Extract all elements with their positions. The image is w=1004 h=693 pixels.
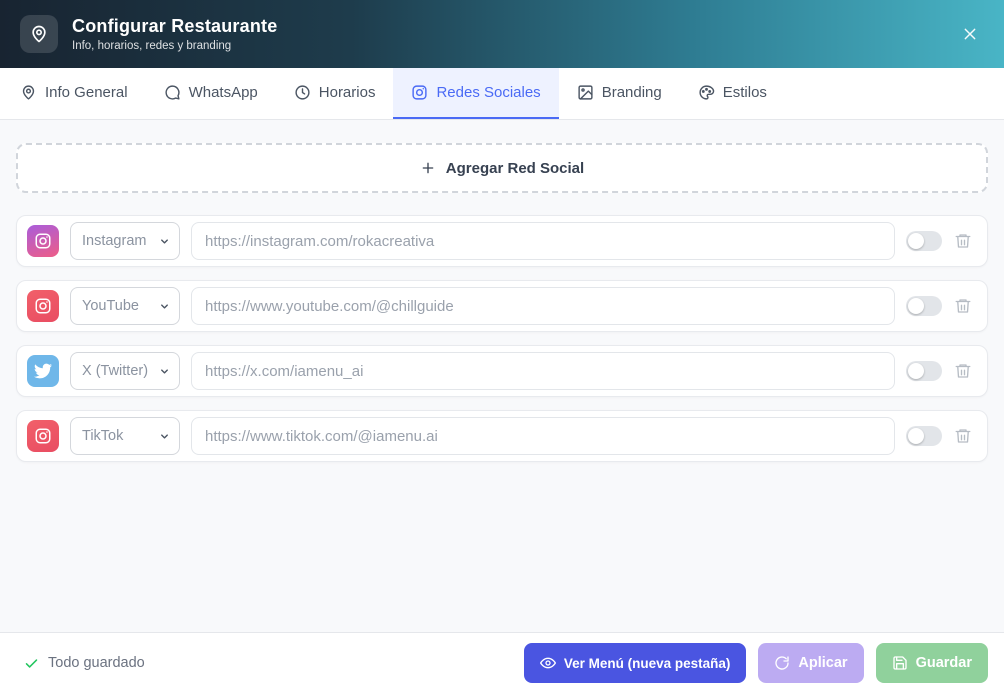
footer-buttons: Ver Menú (nueva pestaña) Aplicar Guardar [523, 643, 988, 683]
delete-icon[interactable] [953, 426, 973, 446]
twitter-icon [27, 355, 59, 387]
delete-icon[interactable] [953, 231, 973, 251]
save-status-label: Todo guardado [48, 655, 145, 671]
toggle-knob [908, 298, 924, 314]
chevron-down-icon [159, 236, 170, 247]
tab-redes-sociales[interactable]: Redes Sociales [393, 68, 559, 119]
refresh-icon [775, 656, 790, 670]
enabled-toggle[interactable] [906, 426, 942, 446]
network-select-value: TikTok [82, 428, 124, 444]
toggle-knob [908, 428, 924, 444]
view-menu-label: Ver Menú (nueva pestaña) [563, 655, 731, 671]
url-input[interactable] [191, 222, 895, 260]
social-network-row: TikTok [16, 410, 988, 462]
page-title: Configurar Restaurante [72, 16, 278, 36]
network-select-value: X (Twitter) [82, 363, 149, 379]
apply-button[interactable]: Aplicar [758, 643, 864, 683]
tab-whatsapp[interactable]: WhatsApp [146, 68, 276, 119]
chevron-down-icon [159, 366, 170, 377]
tab-label: Info General [45, 84, 128, 101]
url-input[interactable] [191, 417, 895, 455]
enabled-toggle[interactable] [906, 231, 942, 251]
save-status: Todo guardado [24, 655, 145, 671]
network-select-value: Instagram [82, 233, 147, 249]
add-social-network-button[interactable]: Agregar Red Social [16, 143, 988, 193]
page-subtitle: Info, horarios, redes y branding [72, 40, 232, 52]
apply-label: Aplicar [798, 655, 848, 671]
tab-branding[interactable]: Branding [559, 68, 680, 119]
save-icon [892, 656, 907, 670]
tab-bar: Info General WhatsApp Horarios Redes Soc… [0, 68, 1004, 120]
delete-icon[interactable] [953, 296, 973, 316]
check-icon [25, 658, 38, 668]
configure-restaurant-modal: Configurar Restaurante Info, horarios, r… [0, 0, 1004, 693]
tab-info-general[interactable]: Info General [2, 68, 146, 119]
tab-label: Branding [601, 84, 662, 101]
url-input[interactable] [191, 287, 895, 325]
social-network-row: X (Twitter) [16, 345, 988, 397]
palette-icon [699, 85, 715, 100]
social-network-row: Instagram [16, 215, 988, 267]
network-select[interactable]: Instagram [70, 222, 180, 260]
pin-icon [22, 85, 35, 100]
delete-icon[interactable] [953, 361, 973, 381]
chat-bubble-icon [164, 85, 180, 100]
youtube-icon [27, 290, 59, 322]
toggle-knob [908, 233, 924, 249]
enabled-toggle[interactable] [906, 361, 942, 381]
location-pin-icon [20, 15, 58, 53]
network-select[interactable]: YouTube [70, 287, 180, 325]
tab-label: WhatsApp [188, 84, 258, 101]
url-input[interactable] [191, 352, 895, 390]
tab-label: Redes Sociales [436, 84, 541, 101]
modal-footer: Todo guardado Ver Menú (nueva pestaña) A… [0, 632, 1004, 693]
network-select[interactable]: TikTok [70, 417, 180, 455]
social-icon [412, 85, 428, 100]
tab-estilos[interactable]: Estilos [680, 68, 785, 119]
modal-header: Configurar Restaurante Info, horarios, r… [0, 0, 1004, 68]
eye-icon [539, 657, 556, 669]
social-network-row: YouTube [16, 280, 988, 332]
tiktok-icon [27, 420, 59, 452]
enabled-toggle[interactable] [906, 296, 942, 316]
tab-label: Horarios [318, 84, 376, 101]
social-network-list: Instagram https://instagram.com/rokacrea… [16, 215, 988, 462]
chevron-down-icon [159, 431, 170, 442]
network-select-value: YouTube [82, 298, 139, 314]
header-text: Configurar Restaurante Info, horarios, r… [72, 16, 277, 52]
toggle-knob [908, 363, 924, 379]
save-label: Guardar [915, 655, 972, 671]
clock-icon [295, 85, 310, 100]
image-icon [578, 85, 593, 100]
tab-horarios[interactable]: Horarios [276, 68, 394, 119]
chevron-down-icon [159, 301, 170, 312]
social-networks-panel: Agregar Red Social Instagram https://ins… [0, 120, 1004, 632]
network-select[interactable]: X (Twitter) [70, 352, 180, 390]
add-button-label: Agregar Red Social [445, 159, 585, 177]
close-icon[interactable] [956, 20, 984, 48]
plus-icon [422, 162, 434, 174]
tab-label: Estilos [722, 84, 767, 101]
view-menu-button[interactable]: Ver Menú (nueva pestaña) [523, 643, 747, 683]
save-button[interactable]: Guardar [875, 643, 988, 683]
instagram-icon [27, 225, 59, 257]
